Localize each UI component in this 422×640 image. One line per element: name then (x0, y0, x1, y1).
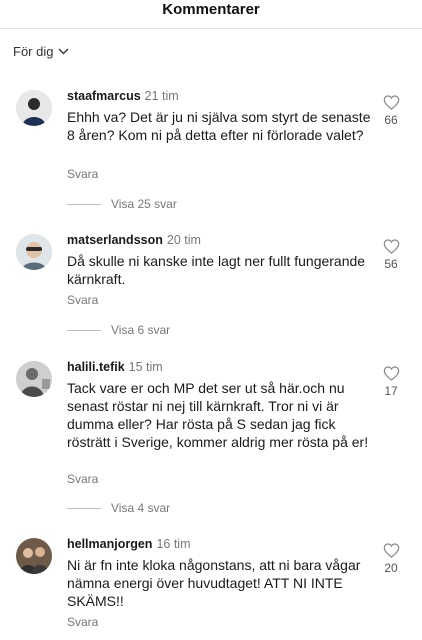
divider-line (67, 329, 101, 331)
view-replies-label: Visa 25 svar (111, 197, 177, 211)
avatar-image (16, 538, 52, 574)
heart-outline-icon (383, 543, 399, 558)
header: Kommentarer (0, 0, 422, 28)
comment-username[interactable]: staafmarcus 21 tim (67, 89, 179, 103)
comment-text: Ehhh va? Det är ju ni själva som styrt d… (67, 109, 371, 143)
comment-username[interactable]: halili.tefik 15 tim (67, 360, 163, 374)
comment-text: Tack vare er och MP det ser ut så här.oc… (67, 380, 369, 450)
comment: hellmanjorgen 16 tim Ni är fn inte kloka … (0, 536, 422, 640)
reply-button[interactable]: Svara (67, 293, 98, 307)
chevron-down-icon (58, 48, 69, 55)
view-replies-button[interactable]: Visa 6 svar (67, 323, 170, 337)
like-button[interactable]: 17 (378, 366, 404, 398)
sort-filter-label: För dig (13, 44, 54, 59)
reply-button[interactable]: Svara (67, 615, 98, 629)
sort-filter-button[interactable]: För dig (13, 44, 69, 59)
avatar-image (16, 90, 52, 126)
like-count: 17 (384, 384, 398, 398)
avatar[interactable] (16, 361, 52, 397)
like-count: 66 (384, 113, 398, 127)
divider-line (67, 203, 101, 205)
comment-time: 16 tim (156, 537, 191, 551)
comment-username[interactable]: hellmanjorgen 16 tim (67, 537, 190, 551)
comment: staafmarcus 21 tim Ehhh va? Det är ju ni … (0, 88, 422, 218)
avatar-image (16, 234, 52, 270)
view-replies-button[interactable]: Visa 4 svar (67, 501, 170, 515)
comment-time: 20 tim (166, 233, 201, 247)
heart-outline-icon (383, 366, 399, 381)
heart-outline-icon (383, 95, 399, 110)
like-button[interactable]: 56 (378, 239, 404, 271)
reply-button[interactable]: Svara (67, 472, 98, 486)
comment-time: 21 tim (144, 89, 179, 103)
view-replies-button[interactable]: Visa 25 svar (67, 197, 177, 211)
like-button[interactable]: 66 (378, 95, 404, 127)
like-count: 20 (384, 561, 398, 575)
comment-username[interactable]: matserlandsson 20 tim (67, 233, 201, 247)
comment-text: Då skulle ni kanske inte lagt ner fullt … (67, 253, 366, 287)
comment: halili.tefik 15 tim Tack vare er och MP d… (0, 359, 422, 519)
avatar[interactable] (16, 90, 52, 126)
like-count: 56 (384, 257, 398, 271)
avatar[interactable] (16, 538, 52, 574)
comment-time: 15 tim (128, 360, 163, 374)
avatar-image (16, 361, 52, 397)
filter-bar: För dig (0, 28, 422, 64)
view-replies-label: Visa 6 svar (111, 323, 171, 337)
like-button[interactable]: 20 (378, 543, 404, 575)
page-title: Kommentarer (162, 1, 260, 18)
divider-line (67, 507, 101, 509)
comment: matserlandsson 20 tim Då skulle ni kanske… (0, 232, 422, 342)
comment-text: Ni är fn inte kloka någonstans, att ni b… (67, 557, 361, 609)
heart-outline-icon (383, 239, 399, 254)
reply-button[interactable]: Svara (67, 167, 98, 181)
view-replies-label: Visa 4 svar (111, 501, 171, 515)
avatar[interactable] (16, 234, 52, 270)
